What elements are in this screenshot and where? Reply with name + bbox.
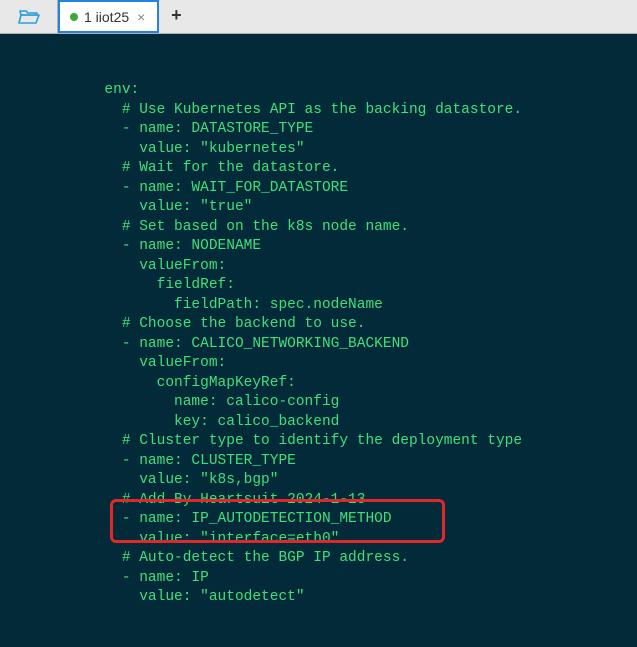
code-line: # Use Kubernetes API as the backing data…: [0, 101, 637, 121]
code-line: # Add By Heartsuit 2024-1-13: [0, 491, 637, 511]
code-line: valueFrom:: [0, 257, 637, 277]
code-line: env:: [0, 81, 637, 101]
code-line: configMapKeyRef:: [0, 374, 637, 394]
new-tab-button[interactable]: +: [159, 0, 193, 33]
code-line: value: "true": [0, 198, 637, 218]
folder-icon: [18, 8, 40, 26]
code-line: # Cluster type to identify the deploymen…: [0, 432, 637, 452]
tab-bar: 1 iiot25 × +: [0, 0, 637, 34]
code-line: - name: WAIT_FOR_DATASTORE: [0, 179, 637, 199]
tab-active[interactable]: 1 iiot25 ×: [58, 0, 159, 33]
code-line: # Wait for the datastore.: [0, 159, 637, 179]
code-line: fieldPath: spec.nodeName: [0, 296, 637, 316]
modified-dot-icon: [70, 13, 78, 21]
code-line: fieldRef:: [0, 276, 637, 296]
code-line: value: "k8s,bgp": [0, 471, 637, 491]
tab-label: 1 iiot25: [84, 9, 129, 25]
code-line: key: calico_backend: [0, 413, 637, 433]
code-line: - name: NODENAME: [0, 237, 637, 257]
plus-icon: +: [171, 7, 182, 27]
open-folder-button[interactable]: [0, 0, 58, 33]
code-line: # Choose the backend to use.: [0, 315, 637, 335]
code-line: - name: DATASTORE_TYPE: [0, 120, 637, 140]
code-line: # Set based on the k8s node name.: [0, 218, 637, 238]
code-line: value: "kubernetes": [0, 140, 637, 160]
code-editor[interactable]: env: # Use Kubernetes API as the backing…: [0, 34, 637, 647]
code-line: # Auto-detect the BGP IP address.: [0, 549, 637, 569]
code-line: value: "interface=eth0": [0, 530, 637, 550]
code-line: - name: IP: [0, 569, 637, 589]
code-line: - name: CLUSTER_TYPE: [0, 452, 637, 472]
code-line: - name: CALICO_NETWORKING_BACKEND: [0, 335, 637, 355]
code-line: valueFrom:: [0, 354, 637, 374]
code-content: env: # Use Kubernetes API as the backing…: [0, 81, 637, 608]
close-icon[interactable]: ×: [135, 9, 147, 25]
code-line: - name: IP_AUTODETECTION_METHOD: [0, 510, 637, 530]
code-line: value: "autodetect": [0, 588, 637, 608]
code-line: name: calico-config: [0, 393, 637, 413]
